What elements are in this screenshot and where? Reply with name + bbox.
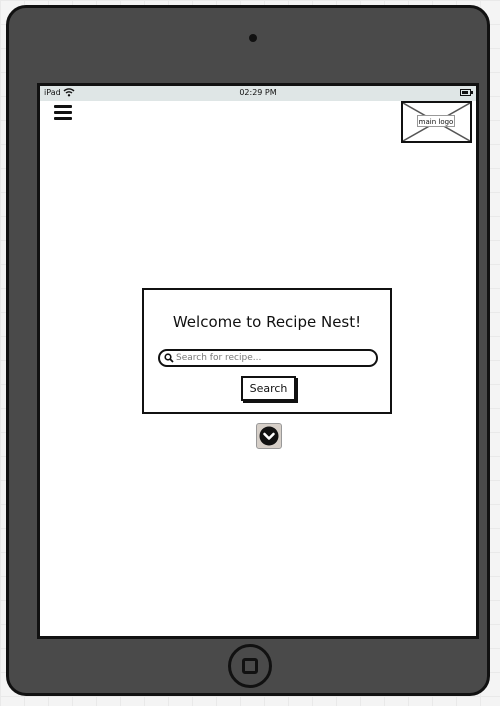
home-button[interactable] [228, 644, 272, 688]
hamburger-menu-icon[interactable] [54, 105, 72, 121]
battery-icon [460, 89, 473, 96]
camera-dot [249, 34, 257, 42]
ipad-screen: iPad 02:29 PM main logo Welcome to Recip… [37, 83, 479, 639]
scroll-down-button[interactable] [256, 423, 282, 449]
ipad-device-frame: iPad 02:29 PM main logo Welcome to Recip… [6, 5, 490, 696]
search-icon [164, 353, 174, 363]
search-button[interactable]: Search [241, 376, 296, 401]
welcome-panel: Welcome to Recipe Nest! Search [142, 288, 392, 414]
search-input[interactable] [176, 351, 371, 365]
status-time: 02:29 PM [239, 88, 277, 97]
status-bar: iPad 02:29 PM [40, 86, 476, 101]
search-box[interactable] [158, 349, 378, 367]
home-square-icon [242, 658, 258, 674]
logo-label: main logo [417, 115, 455, 127]
main-logo-placeholder[interactable]: main logo [401, 101, 472, 143]
chevron-down-circle-icon [259, 426, 279, 446]
welcome-title: Welcome to Recipe Nest! [172, 313, 362, 331]
